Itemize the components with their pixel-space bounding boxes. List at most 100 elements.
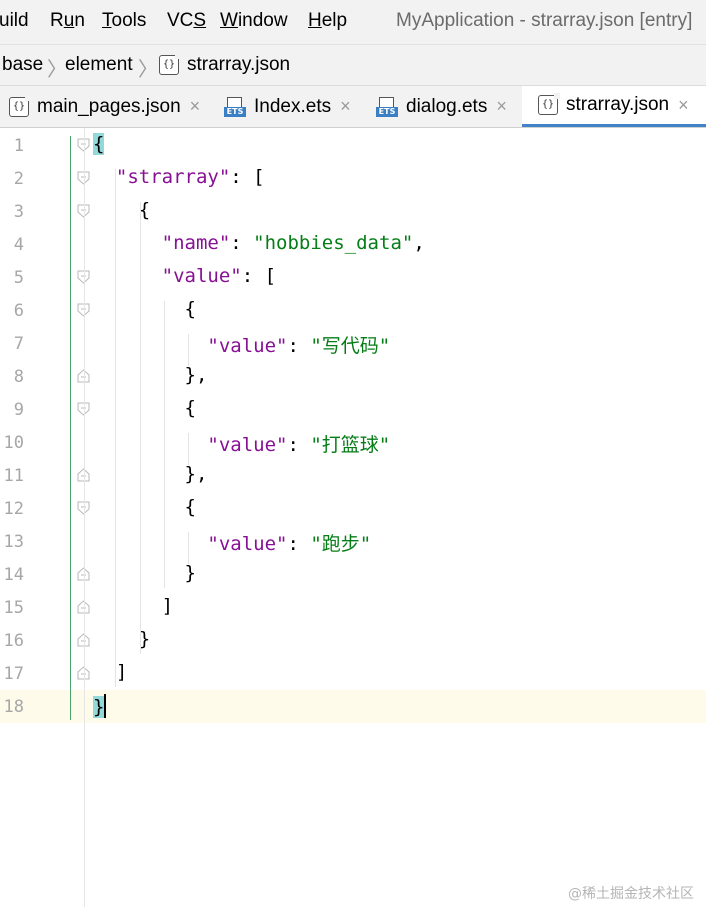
matched-brace: } [93,696,105,718]
menu-run[interactable]: Run [50,10,85,32]
code-line[interactable]: 18} [0,690,706,723]
code-line[interactable]: 11 }, [0,459,706,492]
code-text: ] [93,595,173,617]
breadcrumb-item-base[interactable]: base [2,54,43,76]
tab-label: Index.ets [254,95,332,117]
code-text: } [93,628,150,650]
close-icon[interactable]: × [190,96,201,117]
code-line[interactable]: 5 "value": [ [0,261,706,294]
line-number: 14 [3,565,24,585]
line-number: 12 [3,499,24,519]
json-key: "value" [207,533,288,555]
tab-main-pages-json[interactable]: {} main_pages.json × [9,86,214,127]
indent-guide [115,169,116,687]
code-line[interactable]: 7 "value": "写代码" [0,327,706,360]
code-token: } [93,628,151,650]
code-text: { [93,397,196,419]
code-token: , [413,232,425,254]
menu-window[interactable]: Window [220,10,288,32]
json-string: "写代码" [310,335,391,357]
line-number: 5 [13,268,24,288]
tab-strarray-json[interactable]: {} strarray.json × [522,86,706,127]
code-line[interactable]: 16 } [0,624,706,657]
code-token: { [93,397,196,419]
indent-guide [140,202,141,654]
code-text: "strarray": [ [93,166,265,188]
code-text: } [93,694,107,718]
code-line[interactable]: 8 }, [0,360,706,393]
code-text: "value": "跑步" [93,529,371,556]
line-number: 13 [3,532,24,552]
tab-index-ets[interactable]: ETS Index.ets × [224,86,364,127]
window-title: MyApplication - strarray.json [entry] [396,10,693,31]
code-text: }, [93,364,208,386]
ets-file-icon: ETS [376,96,398,117]
tab-label: dialog.ets [406,95,488,117]
code-text: { [93,298,196,320]
tab-dialog-ets[interactable]: ETS dialog.ets × [376,86,518,127]
code-line[interactable]: 2 "strarray": [ [0,162,706,195]
close-icon[interactable]: × [496,96,507,117]
line-number: 9 [13,400,24,420]
breadcrumb-item-file[interactable]: {} strarray.json [159,53,290,76]
code-token: { [93,199,151,221]
json-key: "value" [207,335,288,357]
code-line[interactable]: 1{ [0,129,706,162]
json-string: "hobbies_data" [253,232,414,254]
breadcrumb: base 〉 element 〉 {} strarray.json [0,44,706,86]
watermark: @稀土掘金技术社区 [568,886,694,902]
code-text: "value": "写代码" [93,331,390,358]
code-token: : [ [230,166,265,188]
json-key: "strarray" [115,166,231,188]
code-text: "value": "打篮球" [93,430,390,457]
code-line[interactable]: 17 ] [0,657,706,690]
code-line[interactable]: 10 "value": "打篮球" [0,426,706,459]
code-line[interactable]: 6 { [0,294,706,327]
breadcrumb-item-element[interactable]: element [65,54,133,76]
text-caret [104,694,107,718]
code-text: ] [93,661,127,683]
code-token: }, [93,463,208,485]
menu-tools[interactable]: Tools [102,10,146,32]
menu-bar: uild Run Tools VCS Window Help MyApplica… [0,0,706,44]
code-token: { [93,496,196,518]
code-token: ] [93,661,128,683]
code-line[interactable]: 3 { [0,195,706,228]
close-icon[interactable]: × [340,96,351,117]
code-line[interactable]: 12 { [0,492,706,525]
code-token: : [287,434,311,456]
code-text: "name": "hobbies_data", [93,232,425,254]
code-line[interactable]: 15 ] [0,591,706,624]
close-icon[interactable]: × [678,95,689,116]
gutter-divider [84,128,85,907]
code-line[interactable]: 14 } [0,558,706,591]
json-file-icon: {} [159,53,181,75]
line-number: 11 [3,466,24,486]
menu-help[interactable]: Help [308,10,347,32]
line-number: 2 [13,169,24,189]
line-number: 8 [13,367,24,387]
code-text: { [93,496,196,518]
matched-brace: { [93,133,105,155]
code-line[interactable]: 4 "name": "hobbies_data", [0,228,706,261]
line-number: 4 [13,235,24,255]
line-number: 16 [3,631,24,651]
code-line[interactable]: 13 "value": "跑步" [0,525,706,558]
code-text: { [93,199,150,221]
line-number: 10 [3,433,24,453]
matched-brace-scope-guide [70,136,71,720]
menu-build[interactable]: uild [0,10,29,32]
code-token: : [287,335,311,357]
code-line[interactable]: 9 { [0,393,706,426]
line-number: 1 [13,136,24,156]
menu-vcs[interactable]: VCS [167,10,206,32]
indent-guide [188,334,189,366]
code-token: ] [93,595,174,617]
line-number: 15 [3,598,24,618]
code-text: }, [93,463,208,485]
code-editor[interactable]: 1{2 "strarray": [3 {4 "name": "hobbies_d… [0,128,706,907]
